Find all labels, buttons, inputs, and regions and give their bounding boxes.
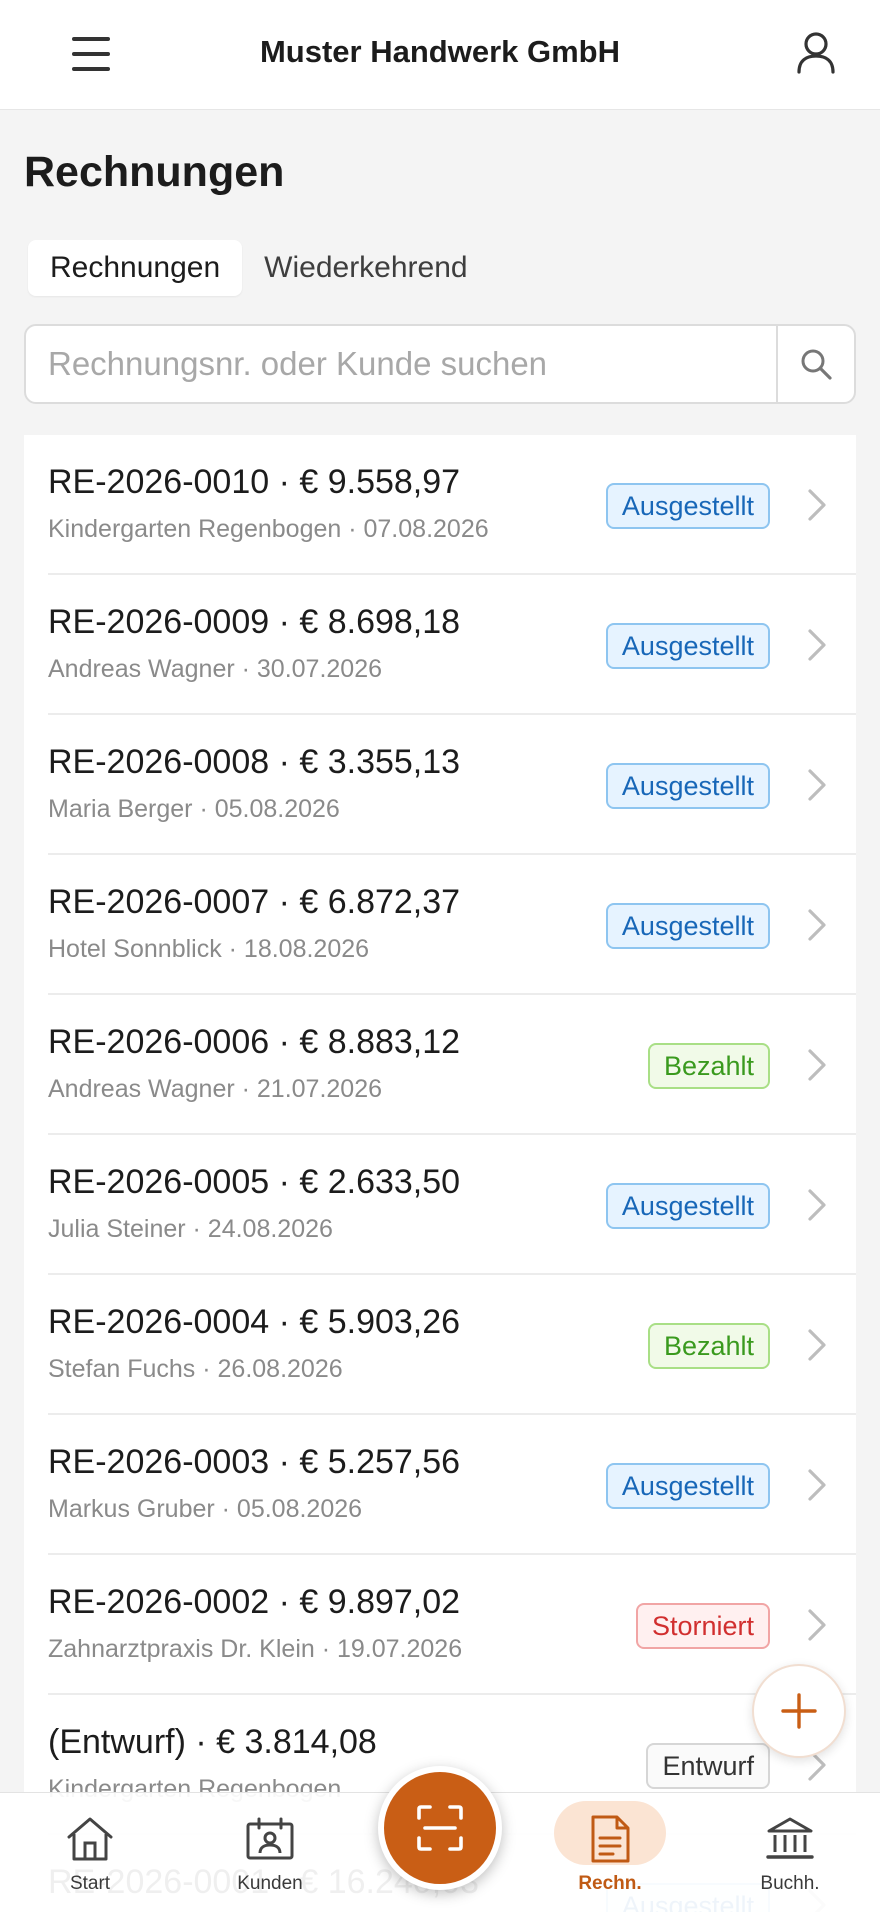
nav-label: Kunden bbox=[237, 1873, 303, 1894]
page-title: Rechnungen bbox=[24, 148, 285, 196]
invoice-subtitle: Julia Steiner · 24.08.2026 bbox=[48, 1215, 333, 1243]
nav-label: Rechn. bbox=[578, 1873, 642, 1894]
invoice-subtitle: Stefan Fuchs · 26.08.2026 bbox=[48, 1355, 343, 1383]
invoice-row[interactable]: RE-2026-0009 · € 8.698,18 Andreas Wagner… bbox=[48, 575, 856, 715]
invoice-row[interactable]: RE-2026-0003 · € 5.257,56 Markus Gruber … bbox=[48, 1415, 856, 1555]
status-badge: Bezahlt bbox=[647, 1043, 770, 1089]
status-badge: Ausgestellt bbox=[605, 903, 770, 949]
home-icon bbox=[67, 1817, 113, 1861]
tab-invoices[interactable]: Rechnungen bbox=[28, 240, 243, 296]
invoice-title: (Entwurf) · € 3.814,08 bbox=[48, 1723, 377, 1761]
invoice-title: RE-2026-0004 · € 5.903,26 bbox=[48, 1303, 461, 1341]
invoice-subtitle: Markus Gruber · 05.08.2026 bbox=[48, 1495, 363, 1523]
invoice-row[interactable]: RE-2026-0006 · € 8.883,12 Andreas Wagner… bbox=[48, 995, 856, 1135]
invoice-row[interactable]: RE-2026-0010 · € 9.558,97 Kindergarten R… bbox=[48, 435, 856, 575]
chevron-right-icon bbox=[808, 1469, 826, 1501]
search-button[interactable] bbox=[776, 326, 854, 402]
company-title: Muster Handwerk GmbH bbox=[259, 34, 620, 69]
nav-label: Start bbox=[69, 1873, 111, 1894]
user-icon[interactable] bbox=[796, 30, 836, 74]
add-invoice-button[interactable] bbox=[752, 1664, 846, 1758]
nav-customers[interactable]: Kunden bbox=[200, 1793, 340, 1912]
search-icon bbox=[801, 349, 832, 380]
nav-label: Buchh. bbox=[760, 1873, 820, 1894]
top-bar: Muster Handwerk GmbH bbox=[0, 0, 880, 110]
status-badge: Storniert bbox=[635, 1603, 770, 1649]
scan-icon bbox=[417, 1805, 463, 1851]
tab-bar: Rechnungen Wiederkehrend bbox=[28, 240, 490, 296]
nav-start[interactable]: Start bbox=[20, 1793, 160, 1912]
invoice-subtitle: Andreas Wagner · 21.07.2026 bbox=[48, 1075, 383, 1103]
invoice-title: RE-2026-0008 · € 3.355,13 bbox=[48, 743, 461, 781]
invoice-title: RE-2026-0007 · € 6.872,37 bbox=[48, 883, 461, 921]
status-badge: Ausgestellt bbox=[605, 623, 770, 669]
invoice-subtitle: Andreas Wagner · 30.07.2026 bbox=[48, 655, 383, 683]
search-input[interactable] bbox=[26, 326, 776, 402]
chevron-right-icon bbox=[808, 489, 826, 521]
status-badge: Ausgestellt bbox=[605, 1463, 770, 1509]
status-badge: Entwurf bbox=[646, 1743, 770, 1789]
chevron-right-icon bbox=[808, 1049, 826, 1081]
chevron-right-icon bbox=[808, 769, 826, 801]
invoice-list: RE-2026-0010 · € 9.558,97 Kindergarten R… bbox=[24, 435, 856, 1912]
invoice-row[interactable]: RE-2026-0005 · € 2.633,50 Julia Steiner … bbox=[48, 1135, 856, 1275]
status-badge: Ausgestellt bbox=[605, 1183, 770, 1229]
status-badge: Bezahlt bbox=[647, 1323, 770, 1369]
invoice-row[interactable]: RE-2026-0004 · € 5.903,26 Stefan Fuchs ·… bbox=[48, 1275, 856, 1415]
nav-invoices[interactable]: Rechn. bbox=[540, 1793, 680, 1912]
invoice-subtitle: Maria Berger · 05.08.2026 bbox=[48, 795, 340, 823]
chevron-right-icon bbox=[808, 1609, 826, 1641]
chevron-right-icon bbox=[808, 629, 826, 661]
plus-icon bbox=[781, 1693, 817, 1729]
invoice-title: RE-2026-0003 · € 5.257,56 bbox=[48, 1443, 461, 1481]
invoice-title: RE-2026-0006 · € 8.883,12 bbox=[48, 1023, 461, 1061]
invoice-title: RE-2026-0010 · € 9.558,97 bbox=[48, 463, 461, 501]
invoice-subtitle: Kindergarten Regenbogen · 07.08.2026 bbox=[48, 515, 489, 543]
scan-button[interactable] bbox=[378, 1766, 502, 1890]
nav-accounting[interactable]: Buchh. bbox=[720, 1793, 860, 1912]
status-badge: Ausgestellt bbox=[605, 763, 770, 809]
invoice-title: RE-2026-0009 · € 8.698,18 bbox=[48, 603, 461, 641]
chevron-right-icon bbox=[808, 1189, 826, 1221]
tab-recurring[interactable]: Wiederkehrend bbox=[242, 240, 489, 296]
invoice-row[interactable]: RE-2026-0008 · € 3.355,13 Maria Berger ·… bbox=[48, 715, 856, 855]
status-badge: Ausgestellt bbox=[605, 483, 770, 529]
search-box bbox=[24, 324, 856, 404]
invoice-subtitle: Zahnarztpraxis Dr. Klein · 19.07.2026 bbox=[48, 1635, 463, 1663]
invoice-row[interactable]: RE-2026-0007 · € 6.872,37 Hotel Sonnblic… bbox=[48, 855, 856, 995]
chevron-right-icon bbox=[808, 1329, 826, 1361]
chevron-right-icon bbox=[808, 909, 826, 941]
contacts-icon bbox=[246, 1817, 294, 1860]
invoice-subtitle: Hotel Sonnblick · 18.08.2026 bbox=[48, 935, 370, 963]
invoice-title: RE-2026-0005 · € 2.633,50 bbox=[48, 1163, 461, 1201]
invoice-title: RE-2026-0002 · € 9.897,02 bbox=[48, 1583, 461, 1621]
invoice-row[interactable]: RE-2026-0002 · € 9.897,02 Zahnarztpraxis… bbox=[48, 1555, 856, 1695]
bank-icon bbox=[766, 1817, 814, 1859]
invoice-icon bbox=[591, 1815, 630, 1863]
